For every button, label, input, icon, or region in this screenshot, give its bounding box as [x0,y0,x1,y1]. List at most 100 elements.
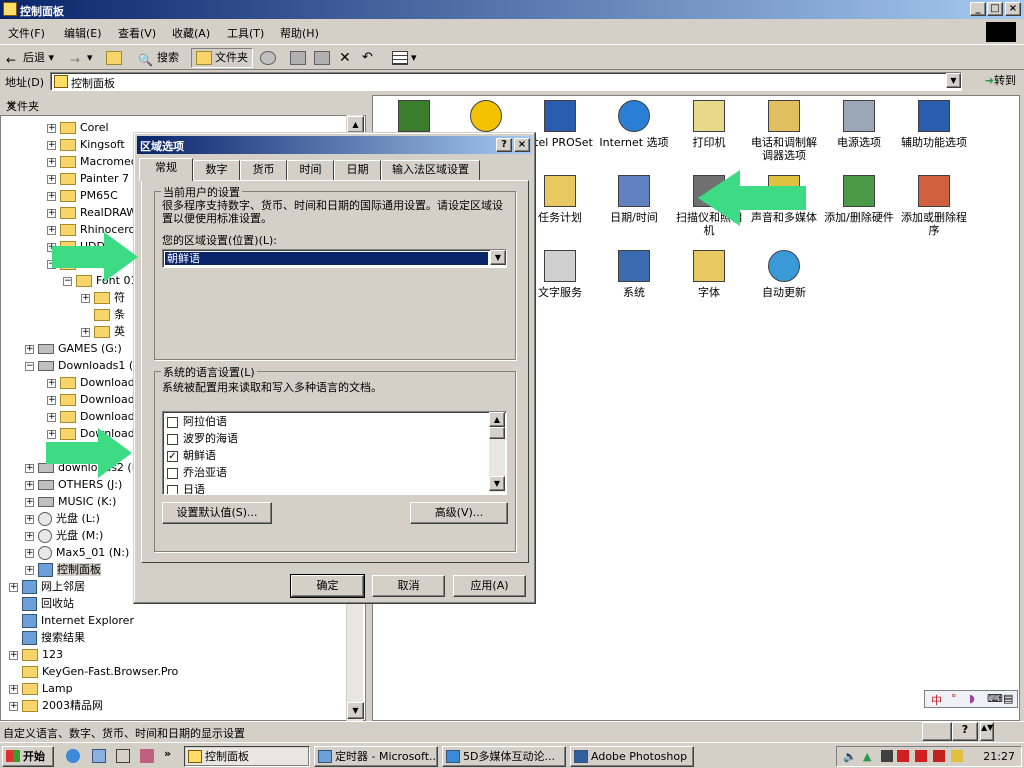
cp-item[interactable]: 自动更新 [747,250,821,299]
cp-item[interactable] [377,100,451,136]
tree-item[interactable]: 搜索结果 [9,629,85,646]
tree-expander[interactable]: + [47,123,56,133]
views-button[interactable]: ▾ [392,49,417,67]
start-button[interactable]: 开始 [2,746,54,767]
tree-item[interactable]: + 符 [81,289,125,306]
address-dropdown-button[interactable]: ▼ [946,73,961,88]
tree-expander[interactable]: + [47,157,56,167]
tree-expander[interactable]: + [25,514,34,524]
menu-file[interactable]: 文件(F) [8,25,45,41]
antivirus-icon[interactable] [915,750,927,762]
cp-item[interactable]: 添加或删除程序 [897,175,971,237]
dialog-titlebar[interactable]: 区域选项 ? × [137,136,532,154]
cp-item[interactable]: 添加/删除硬件 [822,175,896,224]
tab-currency[interactable]: 货币 [240,160,287,180]
scroll-up-button[interactable]: ▲ [347,116,364,133]
tab-input-locales[interactable]: 输入法区域设置 [381,160,480,180]
tree-item[interactable]: + Downloads [47,374,140,391]
cp-item[interactable]: Internet 选项 [597,100,671,149]
cp-item[interactable]: 字体 [672,250,746,299]
tree-expander[interactable]: + [9,650,18,660]
cp-item[interactable] [449,100,523,136]
status-updown-icon[interactable]: ▲▼ [980,722,994,741]
tree-item[interactable]: KeyGen-Fast.Browser.Pro [9,663,178,680]
tree-expander[interactable]: + [47,378,56,388]
tree-expander[interactable]: + [47,395,56,405]
tree-expander[interactable]: + [81,293,90,303]
menu-favorites[interactable]: 收藏(A) [172,25,210,41]
tree-item[interactable]: + Downloads [47,408,140,425]
tree-expander[interactable]: + [47,412,56,422]
tree-item[interactable]: + RealDRAW [47,204,137,221]
tree-item[interactable]: + OTHERS (J:) [25,476,122,493]
tree-item[interactable]: +123 [9,646,63,663]
tray-tool-icon[interactable] [933,750,945,762]
go-button[interactable]: ➜转到 [964,72,1020,91]
language-row[interactable]: 阿拉伯语 [167,413,227,430]
menu-view[interactable]: 查看(V) [118,25,156,41]
cp-item[interactable]: 系统 [597,250,671,299]
ime-toolbar[interactable]: 中 ° ◗ ⌨ ▤ [924,690,1018,708]
flashget-icon[interactable] [897,750,909,762]
language-row[interactable]: 日语 [167,481,205,494]
menu-tools[interactable]: 工具(T) [227,25,264,41]
media-quicklaunch-icon[interactable] [140,749,154,763]
ok-button[interactable]: 确定 [290,574,365,598]
tree-expander[interactable]: − [25,361,34,371]
address-input[interactable]: 控制面板 ▼ [50,72,962,91]
status-view-icon[interactable] [922,722,952,741]
tab-date[interactable]: 日期 [334,160,381,180]
tree-item[interactable]: 条 [81,306,125,323]
language-row[interactable]: 波罗的海语 [167,430,238,447]
language-list[interactable]: ▲ ▼ 阿拉伯语 波罗的海语 ✓ 朝鲜语 乔治亚语 日语 [162,411,507,495]
ie-quicklaunch-icon[interactable] [66,749,80,763]
tree-expander[interactable]: + [9,684,18,694]
tree-expander[interactable]: + [9,701,18,711]
delete-button[interactable]: ✕ [339,49,351,67]
tree-expander[interactable]: + [25,344,34,354]
set-default-button[interactable]: 设置默认值(S)... [162,502,272,524]
cancel-button[interactable]: 取消 [372,575,445,597]
tree-expander[interactable]: + [47,174,56,184]
tree-item[interactable]: + MUSIC (K:) [25,493,116,510]
language-checkbox[interactable]: ✓ [167,450,178,462]
language-row[interactable]: 乔治亚语 [167,464,227,481]
move-to-button[interactable] [290,49,309,67]
copy-to-button[interactable] [314,49,333,67]
language-checkbox[interactable] [167,433,178,445]
up-folder-button[interactable] [106,49,125,67]
menu-help[interactable]: 帮助(H) [280,25,319,41]
tree-item[interactable]: − Downloads1 (H [25,357,141,374]
close-button[interactable]: × [1005,2,1021,16]
locale-select[interactable]: 朝鲜语 ▼ [162,249,507,268]
tab-time[interactable]: 时间 [287,160,334,180]
cp-item[interactable]: 辅助功能选项 [897,100,971,149]
desktop-quicklaunch-icon[interactable] [116,749,130,763]
tree-item[interactable]: + Max5_01 (N:) [25,544,129,561]
tree-item[interactable]: + Macromedi [47,153,141,170]
quicklaunch-more-icon[interactable]: » [164,747,171,760]
advanced-button[interactable]: 高级(V)... [410,502,508,524]
tree-expander[interactable]: + [25,531,34,541]
tree-item[interactable]: + 英 [81,323,125,340]
menu-edit[interactable]: 编辑(E) [64,25,102,41]
tree-item[interactable]: + PM65C [47,187,118,204]
tree-item[interactable]: + GAMES (G:) [25,340,122,357]
tree-item[interactable]: + 光盘 (L:) [25,510,100,527]
tab-general[interactable]: 常规 [139,158,193,181]
maximize-button[interactable]: □ [987,2,1003,16]
minimize-button[interactable]: _ [970,2,986,16]
tree-item[interactable]: +2003精品网 [9,697,103,714]
forward-button[interactable]: → ▾ [70,49,93,67]
language-checkbox[interactable] [167,416,178,428]
dialog-help-button[interactable]: ? [496,138,512,152]
task-5d-forum[interactable]: 5D多媒体互动论... [442,746,566,767]
history-button[interactable] [260,49,279,67]
tree-item[interactable]: + 网上邻居 [9,578,85,595]
language-row[interactable]: ✓ 朝鲜语 [167,447,216,464]
language-scroll-down-button[interactable]: ▼ [489,476,505,491]
language-scroll-thumb[interactable] [489,427,505,439]
tree-expander[interactable]: + [25,565,34,575]
language-checkbox[interactable] [167,484,178,494]
tree-item[interactable]: + 控制面板 [25,561,101,578]
